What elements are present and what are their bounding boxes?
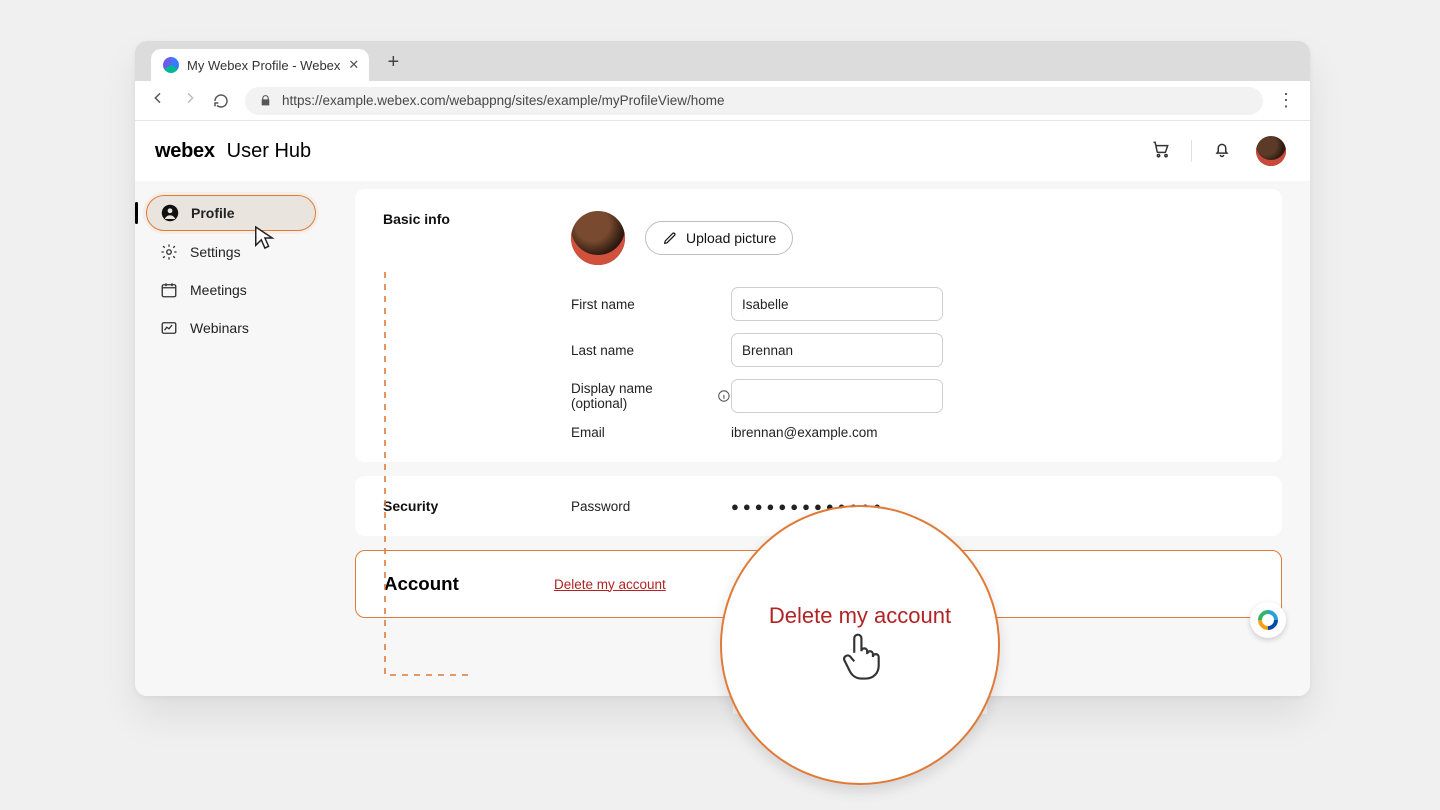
browser-address-bar: https://example.webex.com/webappng/sites… [135, 81, 1310, 121]
pointer-hand-icon [837, 631, 883, 688]
browser-window: My Webex Profile - Webex ✕ + https://exa… [135, 41, 1310, 696]
basic-info-card: Basic info Upload picture First name [355, 189, 1282, 462]
profile-picture [571, 211, 625, 265]
app-root: webex User Hub Profile [135, 121, 1310, 696]
browser-menu-button[interactable]: ⋮ [1277, 90, 1296, 111]
last-name-label: Last name [571, 343, 731, 358]
user-icon [161, 204, 179, 222]
avatar[interactable] [1256, 136, 1286, 166]
first-name-input[interactable] [731, 287, 943, 321]
sidebar-item-label: Webinars [190, 320, 249, 336]
cart-icon[interactable] [1143, 139, 1179, 164]
sidebar-item-label: Profile [191, 205, 235, 221]
sidebar-item-label: Meetings [190, 282, 247, 298]
gear-icon [160, 243, 178, 261]
calendar-icon [160, 281, 178, 299]
lock-icon [259, 94, 272, 107]
password-mask: ●●●●●●●●●●●●● [731, 499, 1254, 514]
zoom-callout: Delete my account [720, 505, 1000, 785]
sidebar-item-label: Settings [190, 244, 241, 260]
display-name-input[interactable] [731, 379, 943, 413]
password-label: Password [571, 499, 731, 514]
chart-icon [160, 319, 178, 337]
sidebar-item-profile[interactable]: Profile [146, 195, 316, 231]
zoom-delete-text: Delete my account [769, 603, 951, 629]
url-text: https://example.webex.com/webappng/sites… [282, 93, 724, 108]
forward-button[interactable] [181, 90, 199, 111]
browser-tab[interactable]: My Webex Profile - Webex ✕ [151, 49, 369, 81]
brand-primary: webex [155, 140, 215, 163]
app-header: webex User Hub [135, 121, 1310, 181]
ring-icon [1254, 606, 1282, 634]
webex-favicon-icon [163, 57, 179, 73]
sidebar-item-settings[interactable]: Settings [146, 235, 316, 269]
first-name-label: First name [571, 297, 731, 312]
reload-button[interactable] [213, 93, 231, 109]
email-label: Email [571, 425, 731, 440]
section-title: Security [383, 498, 553, 514]
last-name-input[interactable] [731, 333, 943, 367]
new-tab-button[interactable]: + [381, 51, 405, 75]
bell-icon[interactable] [1204, 139, 1240, 164]
section-title: Account [384, 573, 554, 595]
sidebar-item-meetings[interactable]: Meetings [146, 273, 316, 307]
brand-secondary: User Hub [227, 140, 311, 163]
sidebar-item-webinars[interactable]: Webinars [146, 311, 316, 345]
upload-picture-label: Upload picture [686, 230, 776, 246]
info-icon[interactable] [717, 389, 731, 403]
display-name-label: Display name (optional) [571, 381, 711, 411]
url-field[interactable]: https://example.webex.com/webappng/sites… [245, 87, 1263, 115]
back-button[interactable] [149, 90, 167, 111]
browser-tab-title: My Webex Profile - Webex [187, 58, 340, 73]
close-tab-icon[interactable]: ✕ [348, 57, 359, 73]
browser-tab-strip: My Webex Profile - Webex ✕ + [135, 41, 1310, 81]
header-divider [1191, 140, 1192, 162]
upload-picture-button[interactable]: Upload picture [645, 221, 793, 255]
email-value: ibrennan@example.com [731, 425, 951, 440]
help-badge[interactable] [1250, 602, 1286, 638]
section-title: Basic info [383, 211, 553, 440]
sidebar: Profile Settings Meetings [135, 189, 335, 696]
pencil-icon [662, 230, 678, 246]
